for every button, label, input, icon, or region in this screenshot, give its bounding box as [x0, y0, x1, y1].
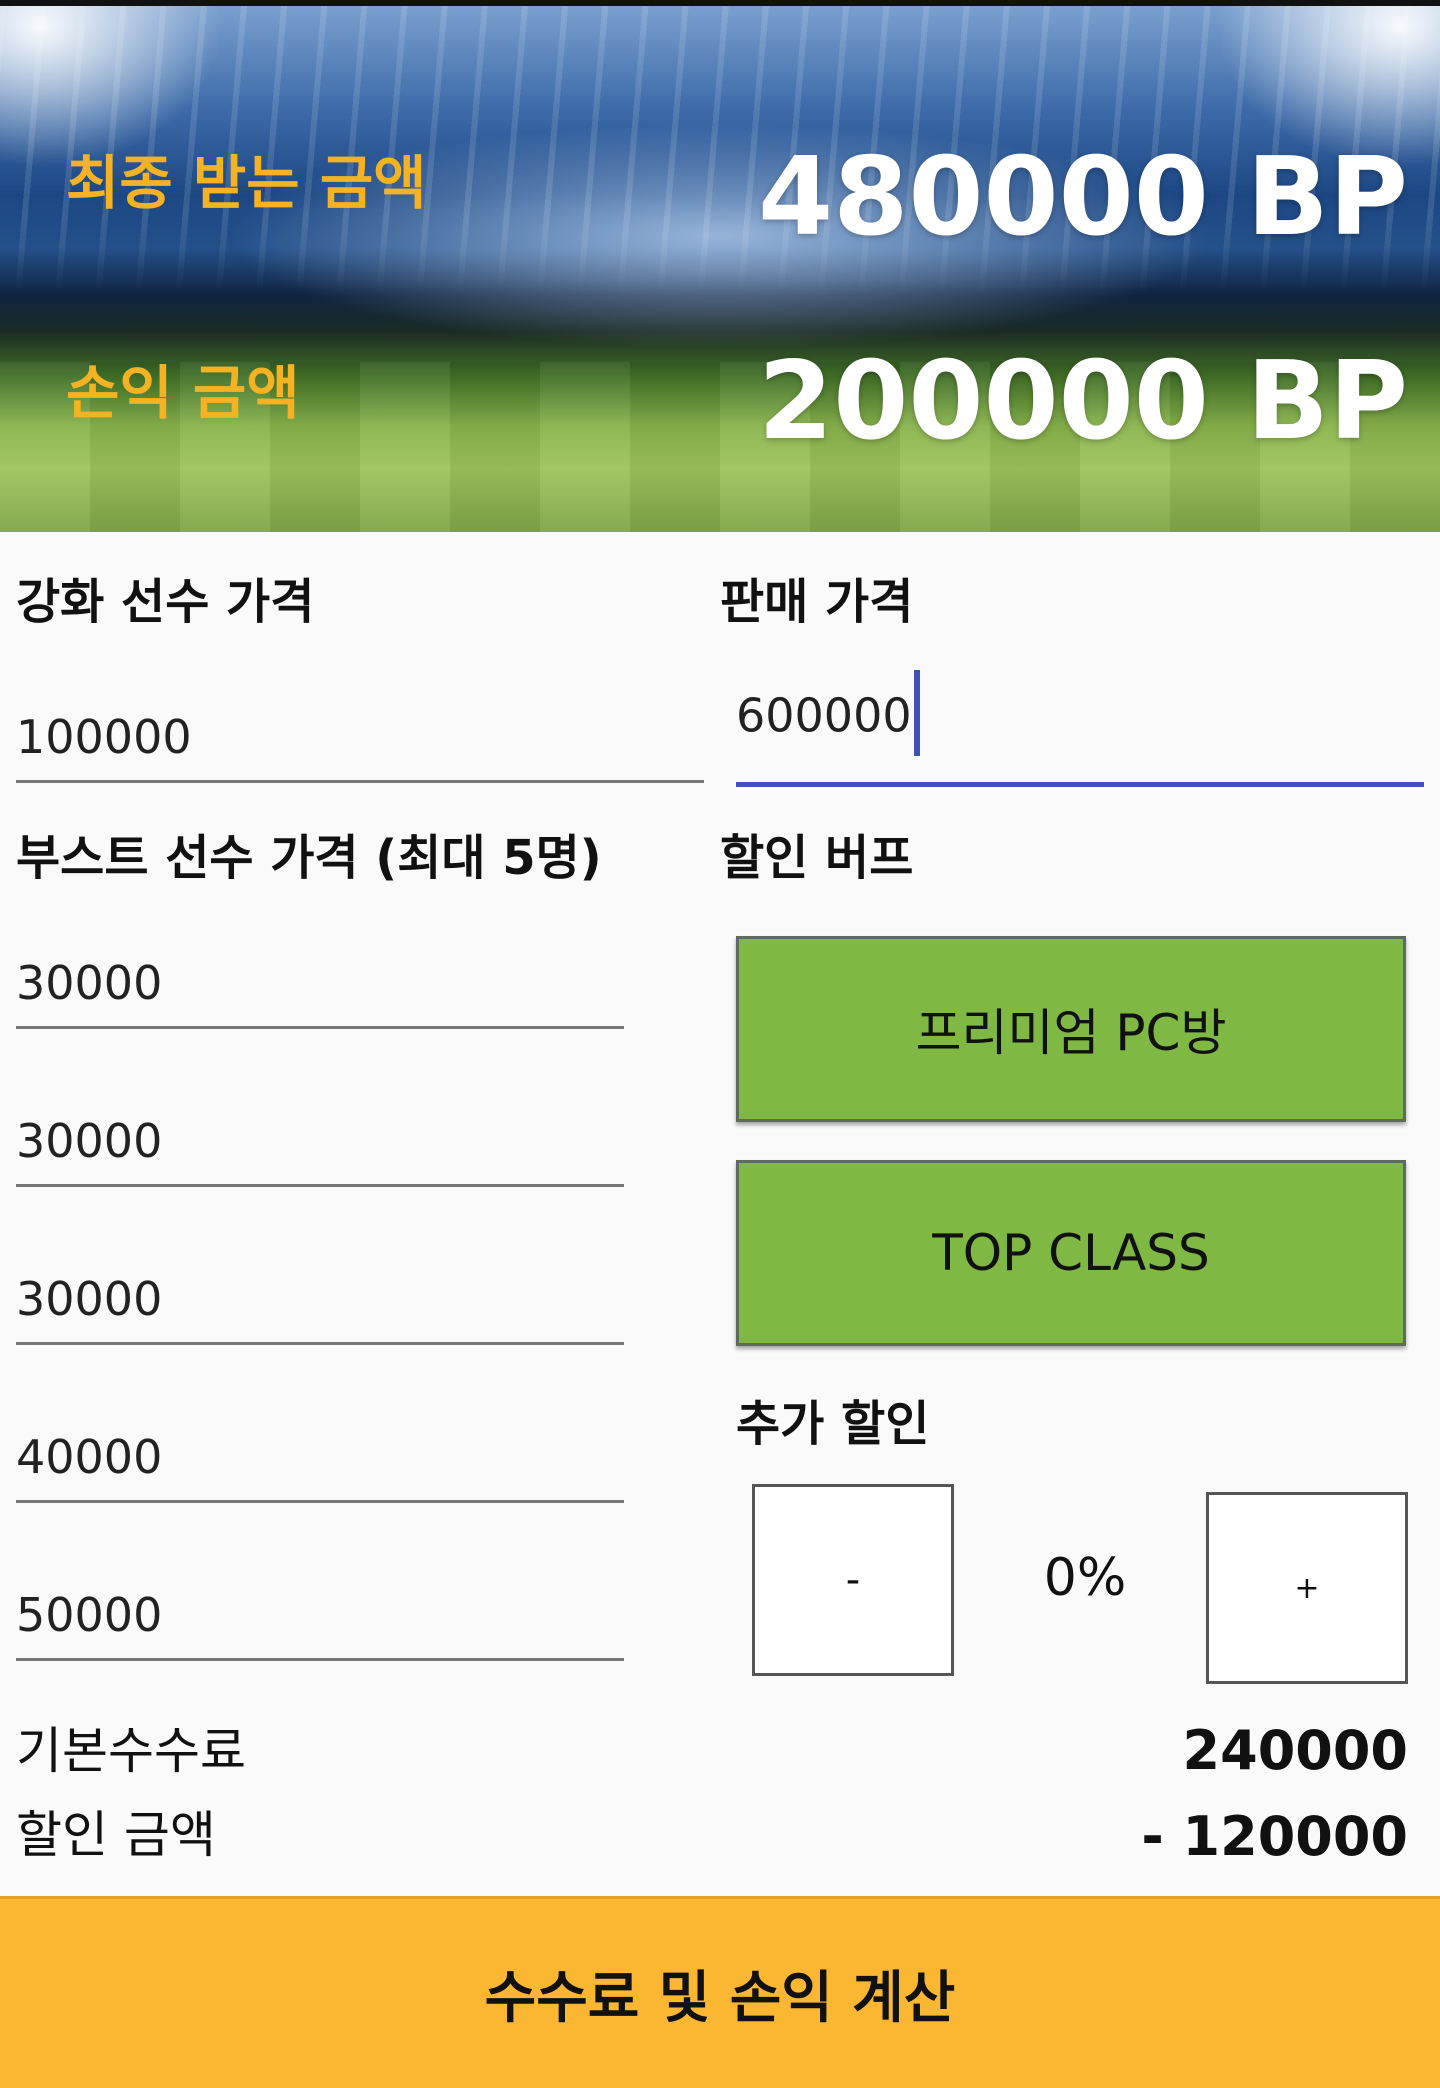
discount-amount-label: 할인 금액 [16, 1806, 216, 1864]
profit-amount-label: 손익 금액 [66, 359, 300, 427]
boost-price-value: 50000 [16, 1588, 163, 1642]
enhance-price-input[interactable]: 100000 [16, 700, 704, 783]
sale-price-text: 600000 [736, 670, 920, 762]
discount-buff-label: 할인 버프 [720, 830, 914, 886]
top-class-button[interactable]: TOP CLASS [736, 1160, 1406, 1346]
decrease-discount-button[interactable]: - [752, 1484, 954, 1676]
boost-price-value: 40000 [16, 1430, 163, 1484]
base-fee-label: 기본수수료 [16, 1722, 246, 1780]
sale-price-input[interactable]: 600000 [736, 670, 1424, 787]
base-fee-value: 240000 [1182, 1719, 1408, 1782]
increase-discount-button[interactable]: + [1206, 1492, 1408, 1684]
boost-price-value: 30000 [16, 956, 163, 1010]
text-cursor [913, 670, 920, 756]
extra-discount-label: 추가 할인 [736, 1396, 930, 1452]
enhance-price-value: 100000 [16, 710, 192, 764]
boost-price-input-4[interactable]: 40000 [16, 1420, 624, 1503]
calculate-fee-profit-button[interactable]: 수수료 및 손익 계산 [0, 1896, 1440, 2088]
final-amount-value: 480000 BP [758, 135, 1408, 260]
sale-price-value: 600000 [736, 688, 912, 743]
boost-price-input-1[interactable]: 30000 [16, 946, 624, 1029]
boost-price-input-2[interactable]: 30000 [16, 1104, 624, 1187]
discount-amount-value: - 120000 [1141, 1805, 1408, 1868]
boost-price-value: 30000 [16, 1272, 163, 1326]
boost-price-value: 30000 [16, 1114, 163, 1168]
extra-discount-value: 0% [1043, 1548, 1127, 1608]
enhance-price-label: 강화 선수 가격 [16, 574, 315, 630]
profit-amount-value: 200000 BP [758, 339, 1408, 464]
sale-price-label: 판매 가격 [720, 574, 914, 630]
boost-price-label: 부스트 선수 가격 (최대 5명) [16, 830, 602, 886]
boost-price-input-3[interactable]: 30000 [16, 1262, 624, 1345]
premium-pc-bang-button[interactable]: 프리미엄 PC방 [736, 936, 1406, 1122]
boost-price-input-5[interactable]: 50000 [16, 1578, 624, 1661]
stadium-header: 최종 받는 금액 480000 BP 손익 금액 200000 BP [0, 6, 1440, 532]
final-amount-label: 최종 받는 금액 [66, 149, 427, 217]
